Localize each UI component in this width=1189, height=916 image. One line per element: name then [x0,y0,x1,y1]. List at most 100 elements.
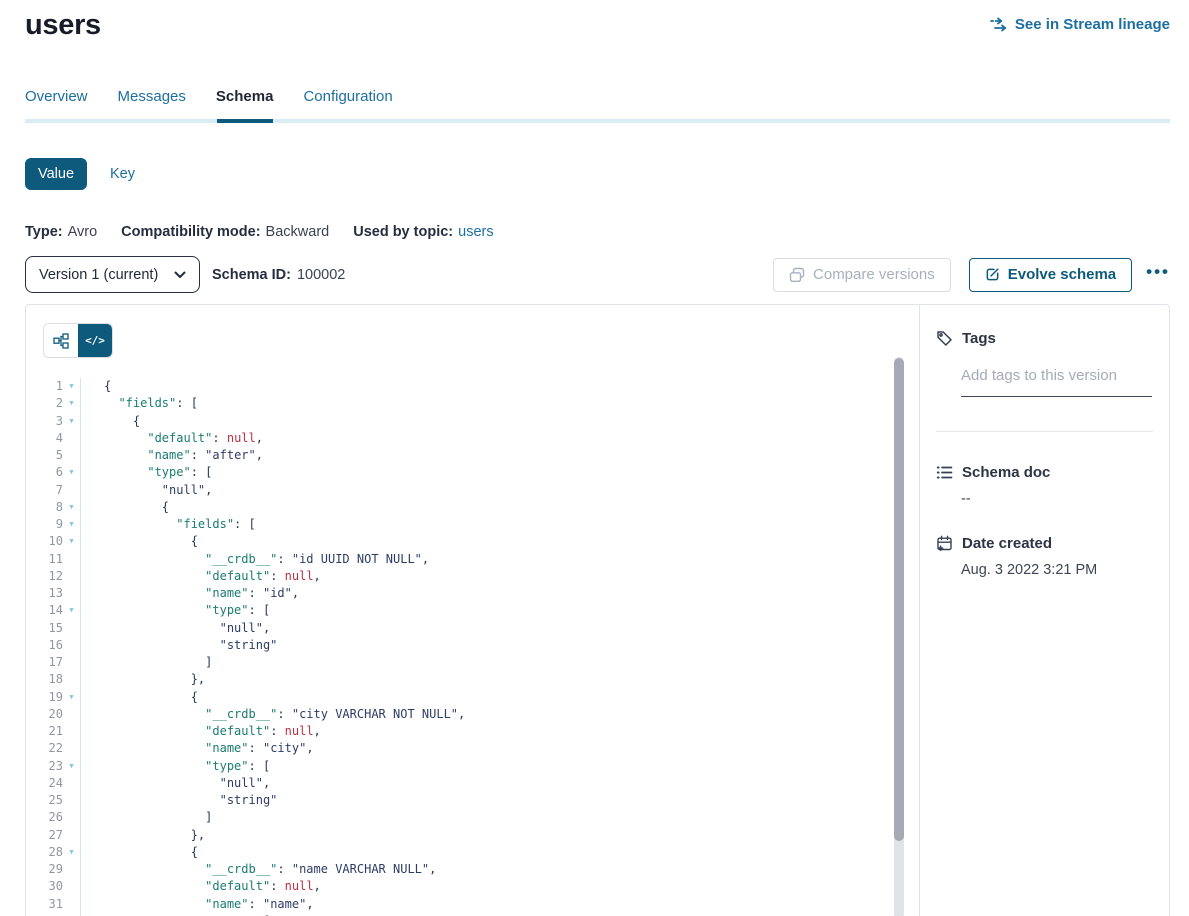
line-number: 2 [26,395,63,412]
line-number: 10 [26,533,63,550]
fold-spacer [63,792,80,809]
line-number: 5 [26,447,63,464]
code-line: 29 "__crdb__": "name VARCHAR NULL", [26,861,919,878]
more-actions-button[interactable]: ••• [1146,262,1170,288]
version-actions: Compare versions Evolve schema ••• [773,258,1170,292]
tab-messages[interactable]: Messages [118,88,186,119]
line-number: 19 [26,689,63,706]
line-number: 25 [26,792,63,809]
calendar-plus-icon [936,535,953,552]
date-created-value: Aug. 3 2022 3:21 PM [961,562,1153,578]
code-text: "name": "id", [81,585,299,602]
line-number: 1 [26,378,63,395]
code-text: "null", [81,482,212,499]
code-line: 11 "__crdb__": "id UUID NOT NULL", [26,551,919,568]
code-line: 27 }, [26,827,919,844]
version-select-value: Version 1 (current) [39,267,158,283]
code-text: "type": [ [81,602,270,619]
tab-configuration[interactable]: Configuration [303,88,392,119]
stream-lineage-icon [990,17,1008,32]
fold-toggle-icon[interactable]: ▼ [63,758,80,775]
line-number: 9 [26,516,63,533]
code-text: "name": "city", [81,740,314,757]
fold-toggle-icon[interactable]: ▼ [63,499,80,516]
topic-link[interactable]: users [458,224,493,240]
fold-spacer [63,568,80,585]
code-line: 3▼ { [26,413,919,430]
evolve-schema-button[interactable]: Evolve schema [969,258,1132,292]
schema-id-value: 100002 [297,267,345,283]
fold-spacer [63,775,80,792]
code-text: "__crdb__": "city VARCHAR NOT NULL", [81,706,465,723]
value-toggle-button[interactable]: Value [25,158,87,190]
editor-scrollbar[interactable] [894,357,904,916]
fold-toggle-icon[interactable]: ▼ [63,533,80,550]
fold-spacer [63,896,80,913]
compare-versions-button[interactable]: Compare versions [773,258,951,292]
code-text: "null", [81,620,270,637]
fold-toggle-icon[interactable]: ▼ [63,602,80,619]
stream-lineage-link[interactable]: See in Stream lineage [990,16,1170,33]
code-text: { [81,499,169,516]
schema-meta-row: Type:Avro Compatibility mode:Backward Us… [25,224,1170,240]
line-number: 11 [26,551,63,568]
edit-icon [985,267,1000,282]
evolve-schema-label: Evolve schema [1008,266,1116,283]
code-line: 22 "name": "city", [26,740,919,757]
chevron-down-icon [174,271,186,279]
tree-view-button[interactable] [44,324,78,357]
fold-spacer [63,878,80,895]
fold-spacer [63,585,80,602]
tab-overview[interactable]: Overview [25,88,88,119]
line-number: 23 [26,758,63,775]
code-line: 4 "default": null, [26,430,919,447]
line-number: 12 [26,568,63,585]
code-view-button[interactable]: </> [78,324,112,357]
fold-spacer [63,740,80,757]
stream-lineage-label: See in Stream lineage [1015,16,1170,33]
code-text: "null", [81,775,270,792]
fold-toggle-icon[interactable]: ▼ [63,464,80,481]
code-line: 19▼ { [26,689,919,706]
code-text: }, [81,827,205,844]
editor-view-toggle: </> [26,305,919,358]
fold-toggle-icon[interactable]: ▼ [63,378,80,395]
key-toggle-button[interactable]: Key [110,166,135,182]
code-line: 21 "default": null, [26,723,919,740]
schema-doc-header: Schema doc [936,464,1153,481]
line-number: 18 [26,671,63,688]
add-tags-input[interactable] [961,367,1152,397]
type-value: Avro [68,224,98,240]
fold-toggle-icon[interactable]: ▼ [63,844,80,861]
fold-spacer [63,671,80,688]
tab-schema[interactable]: Schema [216,88,274,119]
fold-toggle-icon[interactable]: ▼ [63,413,80,430]
line-number: 22 [26,740,63,757]
code-text: ] [81,809,212,826]
fold-toggle-icon[interactable]: ▼ [63,689,80,706]
schema-sidebar: Tags Schema doc -- [919,305,1169,916]
line-number: 24 [26,775,63,792]
code-text: { [81,378,111,395]
version-select[interactable]: Version 1 (current) [25,256,200,293]
code-text: { [81,689,198,706]
fold-toggle-icon[interactable]: ▼ [63,395,80,412]
line-number: 16 [26,637,63,654]
line-number: 13 [26,585,63,602]
code-text: "default": null, [81,723,321,740]
code-line: 8▼ { [26,499,919,516]
fold-spacer [63,861,80,878]
code-text: "__crdb__": "id UUID NOT NULL", [81,551,429,568]
fold-toggle-icon[interactable]: ▼ [63,516,80,533]
scrollbar-thumb[interactable] [894,358,904,841]
line-number: 17 [26,654,63,671]
code-line: 24 "null", [26,775,919,792]
versions-icon [789,267,805,283]
code-line: 15 "null", [26,620,919,637]
code-line: 13 "name": "id", [26,585,919,602]
line-number: 29 [26,861,63,878]
code-line: 9▼ "fields": [ [26,516,919,533]
active-tab-indicator [217,119,273,123]
fold-spacer [63,430,80,447]
line-number: 31 [26,896,63,913]
